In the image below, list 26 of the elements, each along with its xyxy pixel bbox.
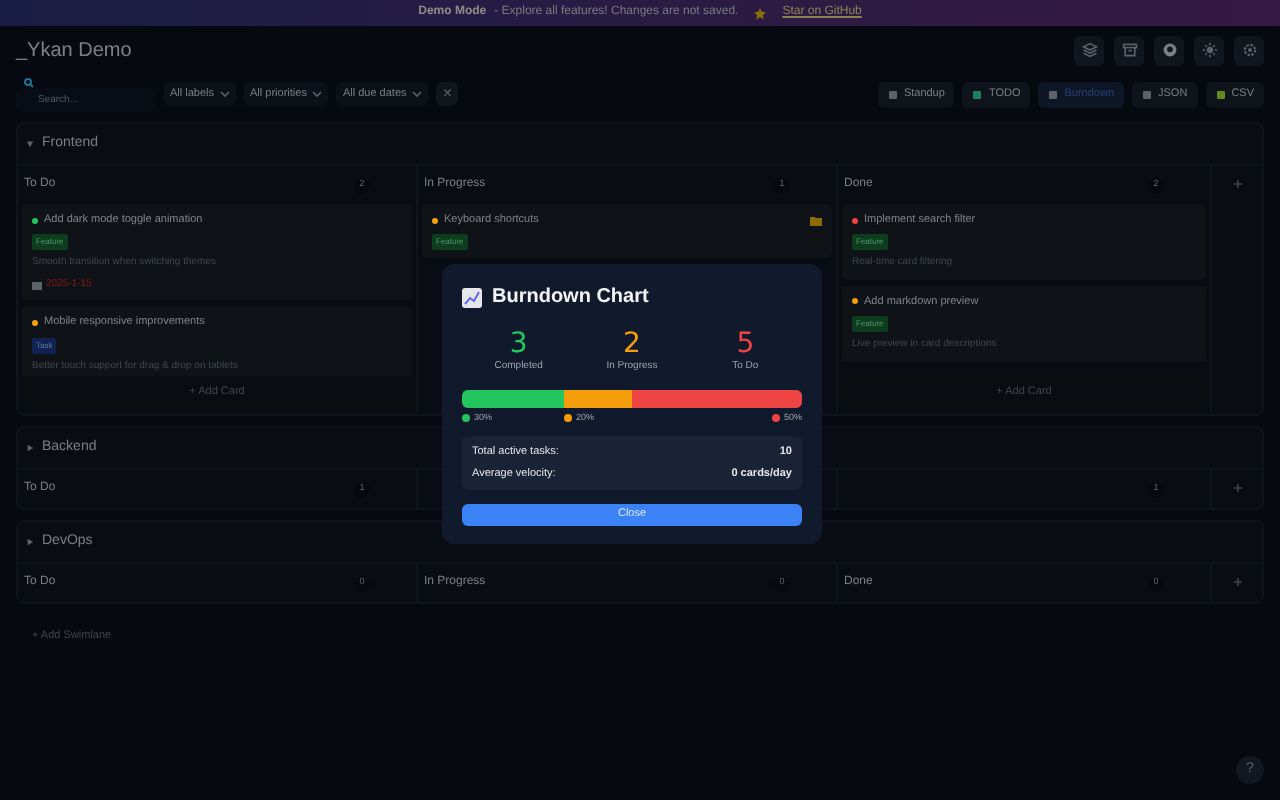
caret-right-icon [26,444,34,452]
stat-value: 2 [623,328,641,360]
sun-icon [1201,42,1217,58]
search-icon [24,77,34,87]
chevron-icon [220,90,231,98]
layers-button[interactable] [1074,35,1104,65]
caret-right-icon [26,538,34,546]
clear-filters-button[interactable]: × [436,82,459,106]
modal-title: Burndown Chart [492,284,649,312]
stat-value: 5 [736,328,755,360]
caret-down-icon [26,140,34,148]
plus-icon [1233,484,1241,492]
archive-icon [1121,42,1137,58]
settings-icon [1241,42,1257,58]
plus-icon [1233,180,1241,188]
sun-button[interactable] [1194,35,1224,65]
star-icon [754,7,767,19]
chevron-icon [312,90,323,98]
settings-button[interactable] [1234,35,1264,65]
github-button[interactable] [1154,35,1184,65]
plus-icon [1233,578,1241,586]
archive-button[interactable] [1114,35,1144,65]
app-title: _Ykan Demo [16,37,132,65]
layers-icon [1081,42,1097,58]
stat-value: 3 [509,328,528,360]
chevron-icon [412,90,423,98]
